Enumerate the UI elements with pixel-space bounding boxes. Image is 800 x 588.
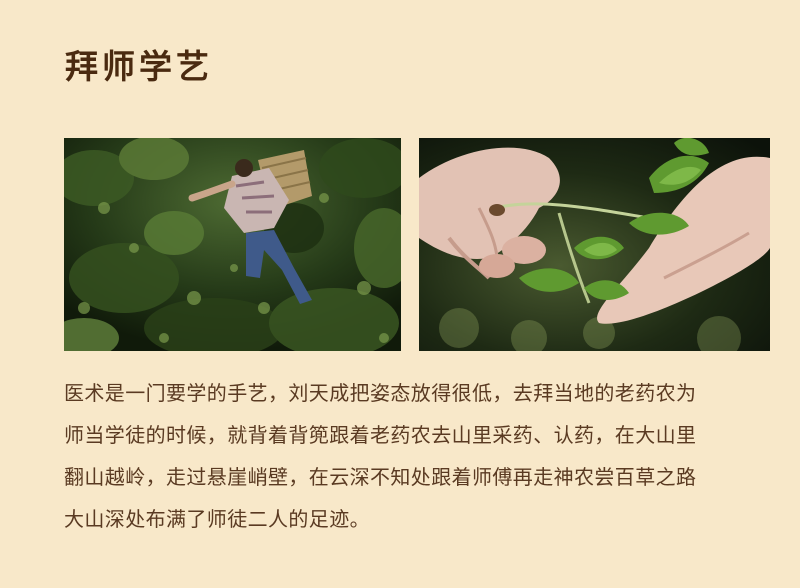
paragraph-line: 大山深处布满了师徒二人的足迹。 (64, 507, 370, 531)
paragraph-line: 医术是一门要学的手艺，刘天成把姿态放得很低，去拜当地的老药农为 (64, 381, 697, 405)
paragraph-line: 翻山越岭，走过悬崖峭壁，在云深不知处跟着师傅再走神农尝百草之路 (64, 465, 697, 489)
herb-gatherer-illustration (64, 138, 401, 351)
hands-herb-illustration (419, 138, 770, 351)
section-title: 拜师学艺 (65, 47, 213, 86)
paragraph-line: 师当学徒的时候，就背着背篼跟着老药农去山里采药、认药，在大山里 (64, 423, 697, 447)
photo-hands-holding-herb (419, 138, 770, 351)
article-section: 拜师学艺 医术是一门要学的手艺，刘天成把姿态放得很低，去拜当地的老药农为 师当学… (0, 0, 800, 588)
article-paragraph: 医术是一门要学的手艺，刘天成把姿态放得很低，去拜当地的老药农为 师当学徒的时候，… (64, 372, 776, 540)
photo-herb-gatherer-in-brush (64, 138, 401, 351)
